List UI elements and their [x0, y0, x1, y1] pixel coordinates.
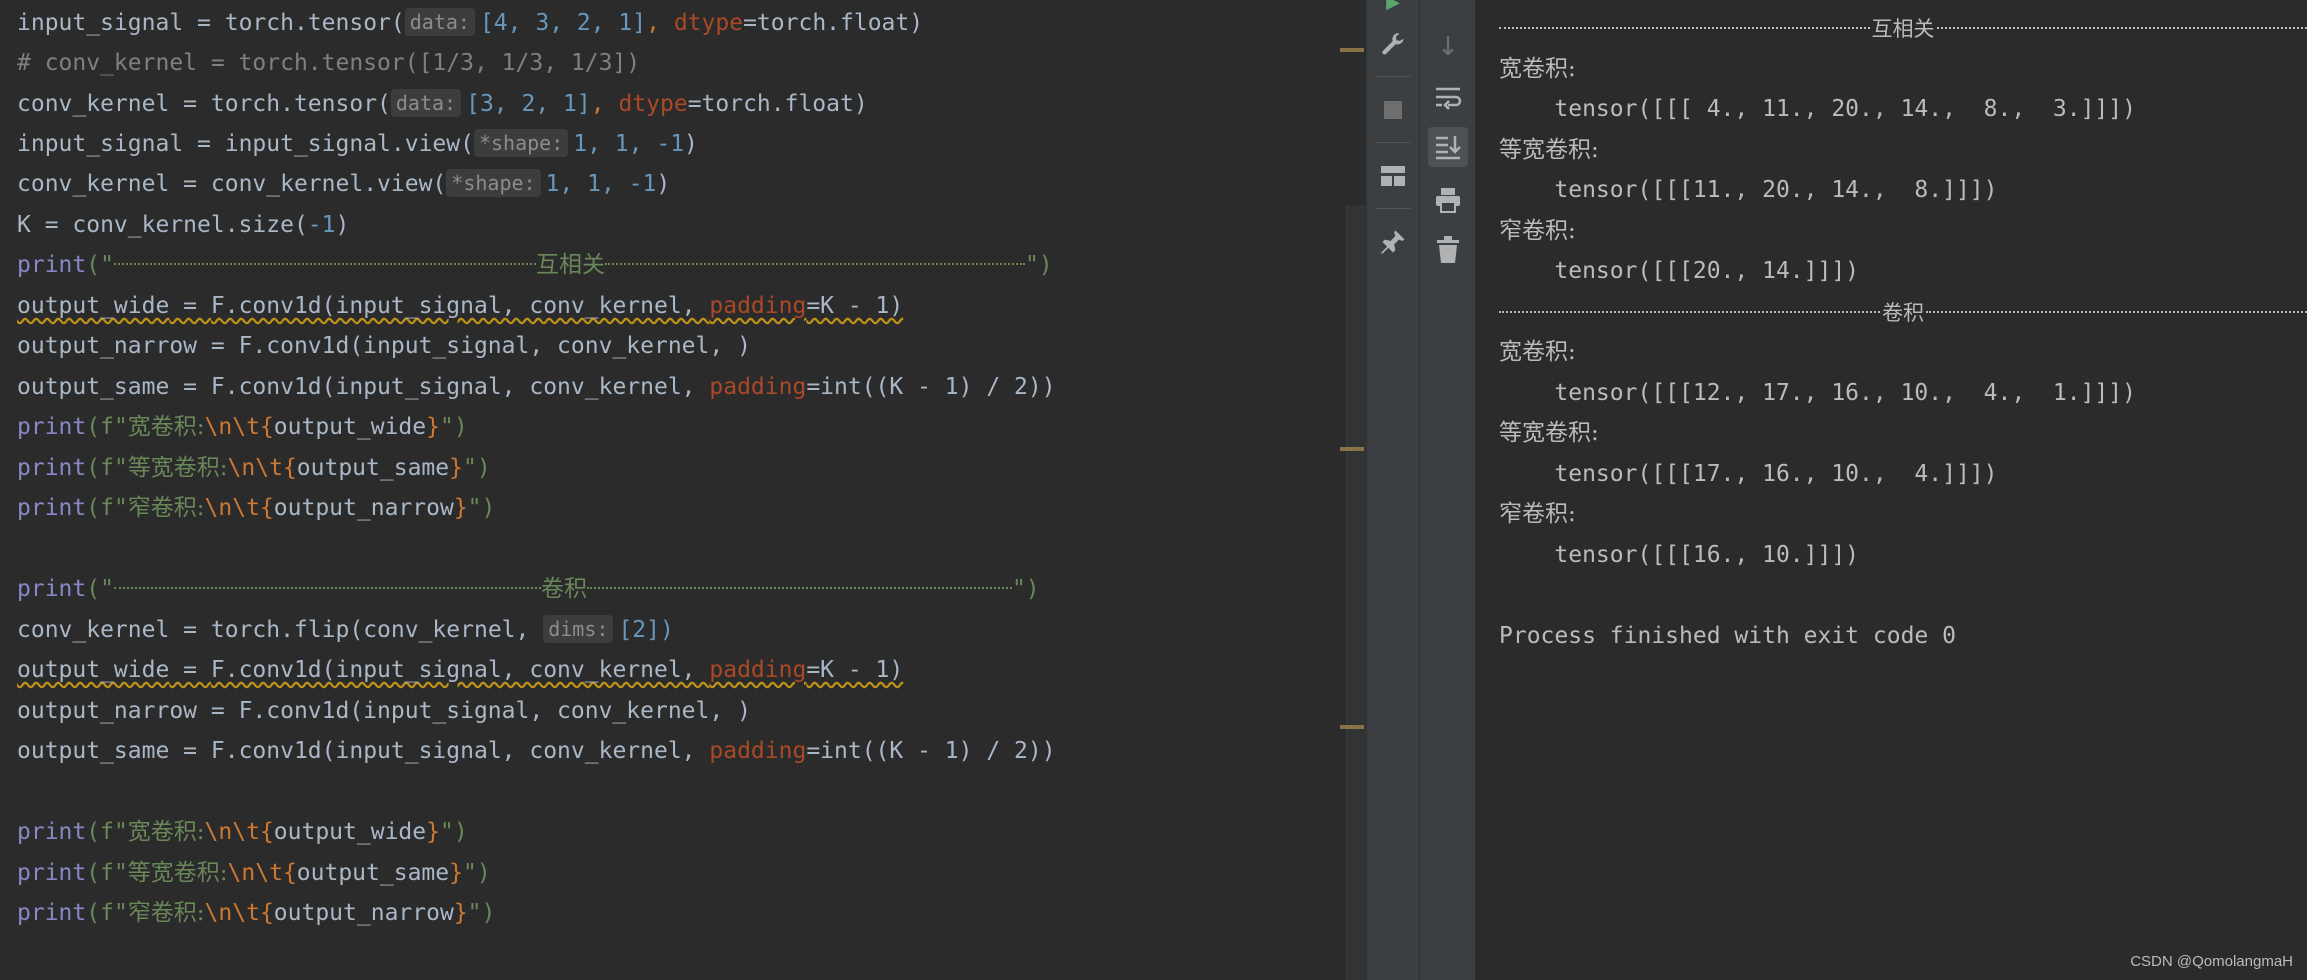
dotted-rule	[113, 262, 536, 265]
toolbar-separator	[1375, 208, 1411, 209]
code-line[interactable]: output_wide = F.conv1d(input_signal, con…	[17, 650, 903, 690]
toolbar-separator	[1375, 76, 1411, 77]
layout-icon[interactable]	[1373, 156, 1413, 196]
run-console[interactable]: 互相关 宽卷积: tensor([[[ 4., 11., 20., 14., 8…	[1475, 0, 2307, 980]
soft-wrap-icon[interactable]	[1428, 78, 1468, 118]
console-output: tensor([[[16., 10.]]])	[1499, 542, 1860, 568]
code-line[interactable]: print(f"窄卷积:\n\t{output_narrow}")	[17, 488, 495, 528]
wrench-icon[interactable]	[1373, 25, 1413, 65]
scroll-to-end-icon[interactable]	[1428, 127, 1468, 167]
console-label: 宽卷积:	[1499, 56, 1576, 82]
code-line[interactable]: conv_kernel = torch.flip(conv_kernel, di…	[17, 610, 674, 650]
toolbar-separator	[1375, 142, 1411, 143]
console-label: 窄卷积:	[1499, 218, 1576, 244]
trash-icon[interactable]	[1428, 230, 1468, 270]
editor-scrollbar-thumb[interactable]	[1346, 205, 1367, 980]
param-hint: data:	[404, 7, 475, 36]
error-stripe-marker[interactable]	[1340, 725, 1364, 729]
console-output: tensor([[[12., 17., 16., 10., 4., 1.]]])	[1499, 380, 2136, 406]
console-output: tensor([[[ 4., 11., 20., 14., 8., 3.]]])	[1499, 96, 2136, 122]
code-line[interactable]: conv_kernel = torch.tensor(data: [3, 2, 1…	[17, 84, 868, 124]
code-line[interactable]: print(" 卷积 ")	[17, 569, 1040, 609]
stop-icon[interactable]	[1373, 90, 1413, 130]
param-hint: dims:	[543, 614, 614, 643]
console-label: 等宽卷积:	[1499, 137, 1599, 163]
print-icon[interactable]	[1428, 180, 1468, 220]
param-hint: *shape:	[473, 128, 569, 157]
code-editor[interactable]: input_signal = torch.tensor(data: [4, 3, …	[0, 0, 1346, 980]
console-separator: 卷积	[1499, 292, 2307, 332]
dotted-rule	[586, 586, 1012, 589]
run-icon[interactable]: ▶	[1373, 0, 1413, 22]
code-line[interactable]: print(" 互相关 ")	[17, 245, 1053, 285]
run-toolbar-right: ↑ ↓	[1419, 0, 1476, 980]
code-line[interactable]: output_narrow = F.conv1d(input_signal, c…	[17, 691, 751, 731]
process-exit-message: Process finished with exit code 0	[1499, 623, 1956, 649]
console-separator: 互相关	[1499, 8, 2307, 48]
code-line[interactable]: print(f"等宽卷积:\n\t{output_same}")	[17, 448, 491, 488]
code-line[interactable]: output_wide = F.conv1d(input_signal, con…	[17, 286, 903, 326]
param-hint: *shape:	[446, 168, 541, 197]
code-line[interactable]: output_narrow = F.conv1d(input_signal, c…	[17, 326, 751, 366]
console-label: 等宽卷积:	[1499, 420, 1599, 446]
code-line[interactable]: K = conv_kernel.size(-1)	[17, 205, 349, 245]
code-comment[interactable]: # conv_kernel = torch.tensor([1/3, 1/3, …	[17, 43, 640, 83]
watermark: CSDN @QomolangmaH	[2130, 953, 2293, 970]
code-line[interactable]: conv_kernel = conv_kernel.view(*shape: 1,…	[17, 164, 670, 204]
code-line[interactable]: input_signal = torch.tensor(data: [4, 3, …	[17, 3, 923, 43]
code-line[interactable]: input_signal = input_signal.view(*shape:…	[17, 124, 698, 164]
error-stripe-marker[interactable]	[1340, 447, 1364, 451]
console-label: 宽卷积:	[1499, 339, 1576, 365]
dotted-rule	[604, 262, 1025, 265]
code-line[interactable]: print(f"宽卷积:\n\t{output_wide}")	[17, 812, 468, 852]
code-line[interactable]: print(f"窄卷积:\n\t{output_narrow}")	[17, 893, 495, 933]
console-output: tensor([[[17., 16., 10., 4.]]])	[1499, 461, 1998, 487]
run-toolbar-left: ▶	[1366, 0, 1419, 980]
code-line[interactable]: print(f"宽卷积:\n\t{output_wide}")	[17, 407, 468, 447]
code-line[interactable]: output_same = F.conv1d(input_signal, con…	[17, 731, 1056, 771]
param-hint: data:	[390, 88, 462, 117]
down-arrow-icon[interactable]: ↓	[1428, 27, 1468, 67]
dotted-rule	[113, 586, 541, 589]
code-line[interactable]: print(f"等宽卷积:\n\t{output_same}")	[17, 853, 491, 893]
console-label: 窄卷积:	[1499, 501, 1576, 527]
console-output: tensor([[[11., 20., 14., 8.]]])	[1499, 177, 1998, 203]
error-stripe-marker[interactable]	[1340, 48, 1364, 52]
up-arrow-icon[interactable]: ↑	[1428, 0, 1468, 10]
code-line[interactable]: output_same = F.conv1d(input_signal, con…	[17, 367, 1056, 407]
console-output: tensor([[[20., 14.]]])	[1499, 258, 1860, 284]
pin-icon[interactable]	[1373, 222, 1413, 262]
